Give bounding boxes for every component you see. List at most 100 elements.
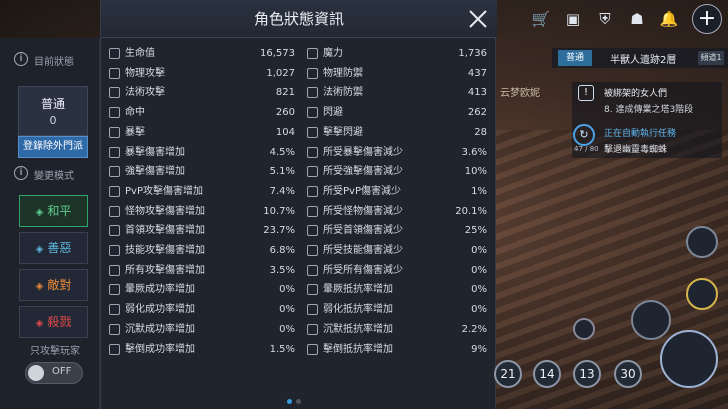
- stat-label: 暈厥抵抗率增加: [323, 284, 393, 296]
- info-icon[interactable]: i: [14, 52, 28, 66]
- shield-icon: [307, 67, 318, 79]
- current-status-title: 目前狀態: [34, 57, 74, 68]
- page-dot[interactable]: [287, 399, 292, 404]
- attack-button[interactable]: [660, 330, 718, 388]
- stat-row: 弱化成功率增加 0%: [107, 300, 299, 320]
- bell-icon[interactable]: 🔔: [658, 8, 680, 30]
- stun-icon: [109, 284, 120, 296]
- staff-icon: [109, 87, 120, 99]
- stat-row: 所受PvP傷害減少 1%: [305, 182, 491, 202]
- stat-value: 260: [275, 107, 295, 119]
- stat-label: 沉默抵抗率增加: [323, 323, 393, 335]
- current-status-count: 0: [49, 114, 57, 127]
- hotbar-slot[interactable]: 14: [533, 360, 561, 388]
- stat-label: 所受技能傷害減少: [323, 245, 403, 256]
- strike-icon: [109, 166, 120, 178]
- stat-row: 擊擊閃避 28: [305, 123, 491, 143]
- stat-label: 閃避: [323, 107, 343, 119]
- stat-label: PvP攻擊傷害增加: [125, 185, 203, 197]
- monster-icon: [109, 205, 120, 217]
- stat-row: 法術攻擊 821: [107, 83, 299, 103]
- stat-label: 物理防禦: [323, 67, 363, 79]
- stat-value: 821: [275, 87, 295, 99]
- skill-button[interactable]: [686, 226, 718, 258]
- stat-label: 擊倒成功率增加: [125, 343, 195, 355]
- armor-icon[interactable]: ⛨: [594, 8, 616, 30]
- silence-icon: [109, 323, 120, 335]
- stat-value: 3.5%: [269, 264, 295, 276]
- attack-players-only-toggle[interactable]: OFF: [25, 362, 83, 384]
- stat-value: 1,736: [458, 48, 487, 59]
- stat-label: 命中: [125, 107, 145, 119]
- stat-label: 怪物攻擊傷害增加: [125, 205, 205, 217]
- mode-slaughter-button[interactable]: ◈ 殺戮: [19, 306, 88, 338]
- quest-book-icon[interactable]: ▣: [562, 8, 584, 30]
- critical-dodge-icon: [307, 126, 318, 138]
- register-excluded-clan-button[interactable]: 登錄除外門派: [18, 136, 88, 158]
- pvp-mode-panel: i 目前狀態 普通 0 登錄除外門派 i 變更模式 ◈ 和平 ◈ 善惡 ◈ 敵對 ◈ 殺…: [0, 38, 100, 409]
- hotbar-slot[interactable]: 30: [614, 360, 642, 388]
- target-lock-icon[interactable]: [573, 318, 595, 340]
- close-icon[interactable]: [467, 8, 489, 30]
- stat-label: 所受強擊傷害減少: [323, 166, 403, 178]
- stat-label: 所受暴擊傷害減少: [323, 146, 403, 158]
- stat-value: 0%: [279, 323, 295, 335]
- menu-plus-button[interactable]: +: [692, 4, 722, 34]
- skill-button[interactable]: [631, 300, 671, 340]
- shield-icon: [307, 205, 318, 217]
- mode-label: 敵對: [47, 278, 72, 292]
- stat-value: 262: [467, 107, 487, 119]
- info-icon[interactable]: i: [14, 166, 28, 180]
- stat-label: 法術防禦: [323, 87, 363, 99]
- mode-label: 殺戮: [47, 315, 72, 329]
- shield-icon: [307, 146, 318, 158]
- shield-icon: [307, 225, 318, 237]
- stat-value: 413: [467, 87, 487, 99]
- stat-row: 命中 260: [107, 103, 299, 123]
- stat-value: 7.4%: [269, 185, 295, 197]
- stat-value: 16,573: [260, 48, 295, 59]
- stat-row: 擊倒抵抗率增加 9%: [305, 340, 491, 360]
- stat-value: 0%: [279, 304, 295, 316]
- stat-label: 所受PvP傷害減少: [323, 185, 401, 197]
- mode-peace-button[interactable]: ◈ 和平: [19, 195, 88, 227]
- shield-icon: [307, 185, 318, 197]
- quest1-title: 被綁架的女人們: [604, 89, 668, 99]
- stat-row: 所受所有傷害減少 0%: [305, 261, 491, 281]
- toggle-label: OFF: [52, 366, 72, 377]
- stat-row: 所受暴擊傷害減少 3.6%: [305, 143, 491, 163]
- stat-value: 0%: [471, 245, 487, 256]
- stat-row: 所受首領傷害減少 25%: [305, 221, 491, 241]
- silence-resist-icon: [307, 323, 318, 335]
- skill-button[interactable]: [686, 278, 718, 310]
- stat-label: 弱化抵抗率增加: [323, 304, 393, 316]
- stat-label: 暈厥成功率增加: [125, 284, 195, 296]
- skill-icon: [109, 245, 120, 256]
- shop-cart-icon[interactable]: 🛒: [530, 8, 552, 30]
- auto-quest-icon[interactable]: ↻: [573, 124, 595, 146]
- stat-row: 生命值 16,573: [107, 44, 299, 64]
- shield-icon: [307, 264, 318, 276]
- mode-good-evil-button[interactable]: ◈ 善惡: [19, 232, 88, 264]
- stat-label: 物理攻擊: [125, 67, 165, 79]
- mode-hostile-button[interactable]: ◈ 敵對: [19, 269, 88, 301]
- stat-label: 擊擊閃避: [323, 126, 363, 138]
- critical-damage-icon: [109, 146, 120, 158]
- zone-tag: 普通: [558, 50, 592, 66]
- zone-channel-button[interactable]: 頻道1: [698, 51, 724, 65]
- shield-icon: [307, 166, 318, 178]
- hotbar-slot[interactable]: 21: [494, 360, 522, 388]
- toggle-knob: [28, 365, 44, 381]
- stun-resist-icon: [307, 284, 318, 296]
- stat-value: 5.1%: [269, 166, 295, 178]
- stat-row: 暴擊 104: [107, 123, 299, 143]
- hotbar-slot[interactable]: 13: [573, 360, 601, 388]
- stat-label: 所受首領傷害減少: [323, 225, 403, 237]
- quest2-title: 正在自動執行任務: [604, 129, 677, 139]
- stat-row: 法術防禦 413: [305, 83, 491, 103]
- stat-label: 強擊傷害增加: [125, 166, 185, 178]
- stat-label: 沉默成功率增加: [125, 323, 195, 335]
- stat-row: 所有攻擊傷害增加 3.5%: [107, 261, 299, 281]
- page-dot[interactable]: [296, 399, 301, 404]
- helmet-icon[interactable]: ☗: [626, 8, 648, 30]
